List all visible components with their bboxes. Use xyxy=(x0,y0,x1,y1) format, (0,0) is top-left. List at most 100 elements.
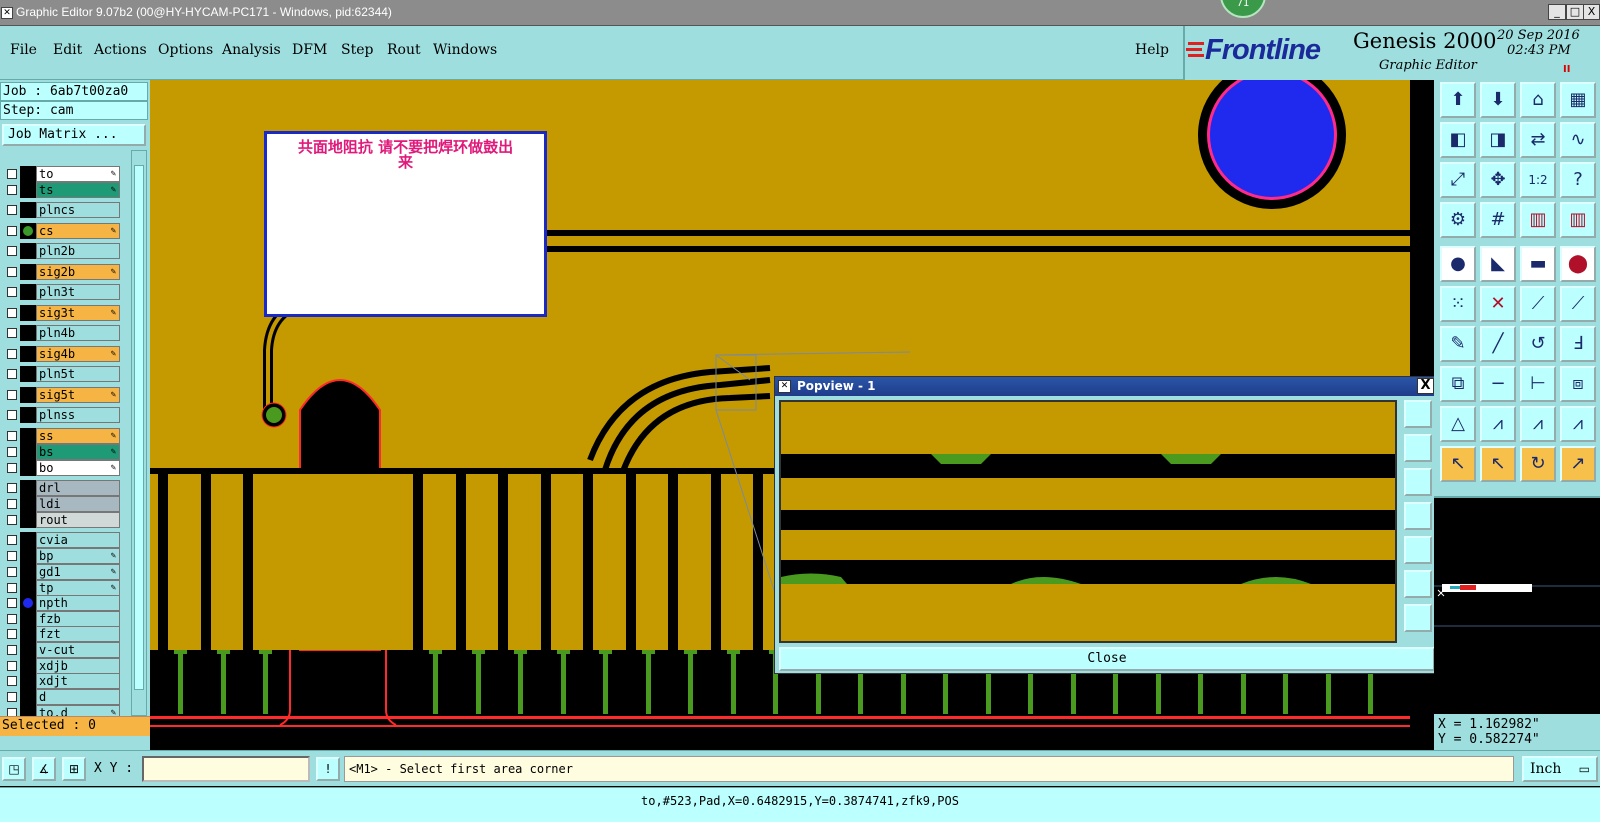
tool-sine-icon[interactable]: ∿ xyxy=(1560,122,1596,158)
scrollbar-thumb[interactable] xyxy=(134,165,144,690)
tool-pointer-rotate-icon[interactable]: ↻ xyxy=(1520,446,1556,482)
layer-row-plnss[interactable]: plnss xyxy=(2,407,120,423)
tool-home-icon[interactable]: ⌂ xyxy=(1520,82,1556,118)
layer-name[interactable]: bp ✎ xyxy=(36,548,120,564)
layer-checkbox[interactable] xyxy=(7,614,17,624)
layer-row-tp[interactable]: tp ✎ xyxy=(2,580,120,596)
layer-row-npth[interactable]: npth xyxy=(2,595,120,611)
tool-line-edit-icon[interactable]: ⟋ xyxy=(1520,286,1556,322)
layer-indicator[interactable] xyxy=(20,532,36,548)
layer-name[interactable]: ts ✎ xyxy=(36,182,120,198)
info-icon[interactable]: ! xyxy=(316,757,340,781)
popview-canvas[interactable] xyxy=(779,400,1397,643)
layer-row-sig4b[interactable]: sig4b ✎ xyxy=(2,346,120,362)
layer-checkbox[interactable] xyxy=(7,551,17,561)
layer-indicator[interactable] xyxy=(20,223,36,239)
layer-indicator[interactable] xyxy=(20,580,36,596)
job-matrix-button[interactable]: Job Matrix ... xyxy=(2,124,146,146)
layer-name[interactable]: sig2b ✎ xyxy=(36,264,120,280)
tool-measure-icon[interactable]: ⊢ xyxy=(1520,366,1556,402)
layer-checkbox[interactable] xyxy=(7,447,17,457)
pause-icon[interactable]: II xyxy=(1563,64,1570,75)
layer-row-pln3t[interactable]: pln3t xyxy=(2,284,120,300)
layer-checkbox[interactable] xyxy=(7,463,17,473)
menu-edit[interactable]: Edit xyxy=(53,42,82,58)
layer-indicator[interactable] xyxy=(20,548,36,564)
layer-checkbox[interactable] xyxy=(7,349,17,359)
tool-vertex-icon[interactable]: ◣ xyxy=(1480,246,1516,282)
tool-cross-icon[interactable]: ✕ xyxy=(1480,286,1516,322)
tool-toggle-icon[interactable]: ⚙ xyxy=(1440,202,1476,238)
layer-indicator[interactable] xyxy=(20,595,36,611)
layer-checkbox[interactable] xyxy=(7,583,17,593)
layer-name[interactable]: v-cut xyxy=(36,642,120,658)
layer-indicator[interactable] xyxy=(20,626,36,642)
layer-checkbox[interactable] xyxy=(7,431,17,441)
layer-row-bs[interactable]: bs ✎ xyxy=(2,444,120,460)
layer-indicator[interactable] xyxy=(20,166,36,182)
layer-name[interactable]: tp ✎ xyxy=(36,580,120,596)
tool-triangle-2-icon[interactable]: ⩘ xyxy=(1480,406,1516,442)
layer-checkbox[interactable] xyxy=(7,267,17,277)
tool-arc-icon[interactable]: ↺ xyxy=(1520,326,1556,362)
layer-row-rout[interactable]: rout xyxy=(2,512,120,528)
layer-row-sig3t[interactable]: sig3t ✎ xyxy=(2,305,120,321)
layer-name[interactable]: fzt xyxy=(36,626,120,642)
layer-indicator[interactable] xyxy=(20,480,36,496)
layer-indicator[interactable] xyxy=(20,387,36,403)
layer-indicator[interactable] xyxy=(20,642,36,658)
tool-layer-a-icon[interactable]: ▥ xyxy=(1520,202,1556,238)
tool-triangle-3-icon[interactable]: ⩘ xyxy=(1520,406,1556,442)
layer-name[interactable]: d xyxy=(36,689,120,705)
tool-pointer-multi-icon[interactable]: ↗ xyxy=(1560,446,1596,482)
unit-selector[interactable]: Inch ▭ xyxy=(1522,756,1598,782)
menu-file[interactable]: File xyxy=(10,42,37,58)
popview-down-icon[interactable] xyxy=(1404,468,1432,496)
tool-fit-icon[interactable]: ⤢ xyxy=(1440,162,1476,198)
snap-icon[interactable]: ◳ xyxy=(2,757,26,781)
popview-right-icon[interactable] xyxy=(1404,536,1432,564)
tool-pan-right-icon[interactable]: ◨ xyxy=(1480,122,1516,158)
layer-indicator[interactable] xyxy=(20,284,36,300)
layer-checkbox[interactable] xyxy=(7,535,17,545)
layer-checkbox[interactable] xyxy=(7,598,17,608)
menu-analysis[interactable]: Analysis xyxy=(222,42,281,58)
grid-icon[interactable]: ⊞ xyxy=(62,757,86,781)
layer-indicator[interactable] xyxy=(20,325,36,341)
layer-row-cvia[interactable]: cvia xyxy=(2,532,120,548)
layer-checkbox[interactable] xyxy=(7,515,17,525)
layer-checkbox[interactable] xyxy=(7,169,17,179)
tool-join-icon[interactable]: ⧉ xyxy=(1440,366,1476,402)
menu-help[interactable]: Help xyxy=(1135,42,1169,58)
layer-checkbox[interactable] xyxy=(7,287,17,297)
tool-zoom-box-icon[interactable]: ▦ xyxy=(1560,82,1596,118)
tool-center-icon[interactable]: ✥ xyxy=(1480,162,1516,198)
layer-row-ss[interactable]: ss ✎ xyxy=(2,428,120,444)
layer-indicator[interactable] xyxy=(20,202,36,218)
minimize-button[interactable]: _ xyxy=(1548,4,1566,20)
layer-checkbox[interactable] xyxy=(7,246,17,256)
layer-indicator[interactable] xyxy=(20,407,36,423)
close-window-button[interactable]: X xyxy=(1583,4,1600,20)
layer-name[interactable]: plncs xyxy=(36,202,120,218)
layer-checkbox[interactable] xyxy=(7,676,17,686)
xy-input[interactable] xyxy=(142,756,310,782)
layer-name[interactable]: xdjt xyxy=(36,673,120,689)
layer-checkbox[interactable] xyxy=(7,629,17,639)
tool-line-edit-2-icon[interactable]: ⟋ xyxy=(1560,286,1596,322)
layer-checkbox[interactable] xyxy=(7,661,17,671)
layer-indicator[interactable] xyxy=(20,444,36,460)
layer-name[interactable]: pln4b xyxy=(36,325,120,341)
layer-row-fzb[interactable]: fzb xyxy=(2,611,120,627)
overview-map[interactable] xyxy=(1434,496,1600,714)
layer-name[interactable]: ss ✎ xyxy=(36,428,120,444)
tool-triangle-4-icon[interactable]: ⩘ xyxy=(1560,406,1596,442)
tool-copy-icon[interactable]: ⧈ xyxy=(1560,366,1596,402)
tool-grid-icon[interactable]: # xyxy=(1480,202,1516,238)
layer-name[interactable]: to ✎ xyxy=(36,166,120,182)
layer-row-to[interactable]: to ✎ xyxy=(2,166,120,182)
layer-checkbox[interactable] xyxy=(7,567,17,577)
tool-triangle-icon[interactable]: △ xyxy=(1440,406,1476,442)
layer-row-bo[interactable]: bo ✎ xyxy=(2,460,120,476)
menu-step[interactable]: Step xyxy=(341,42,373,58)
